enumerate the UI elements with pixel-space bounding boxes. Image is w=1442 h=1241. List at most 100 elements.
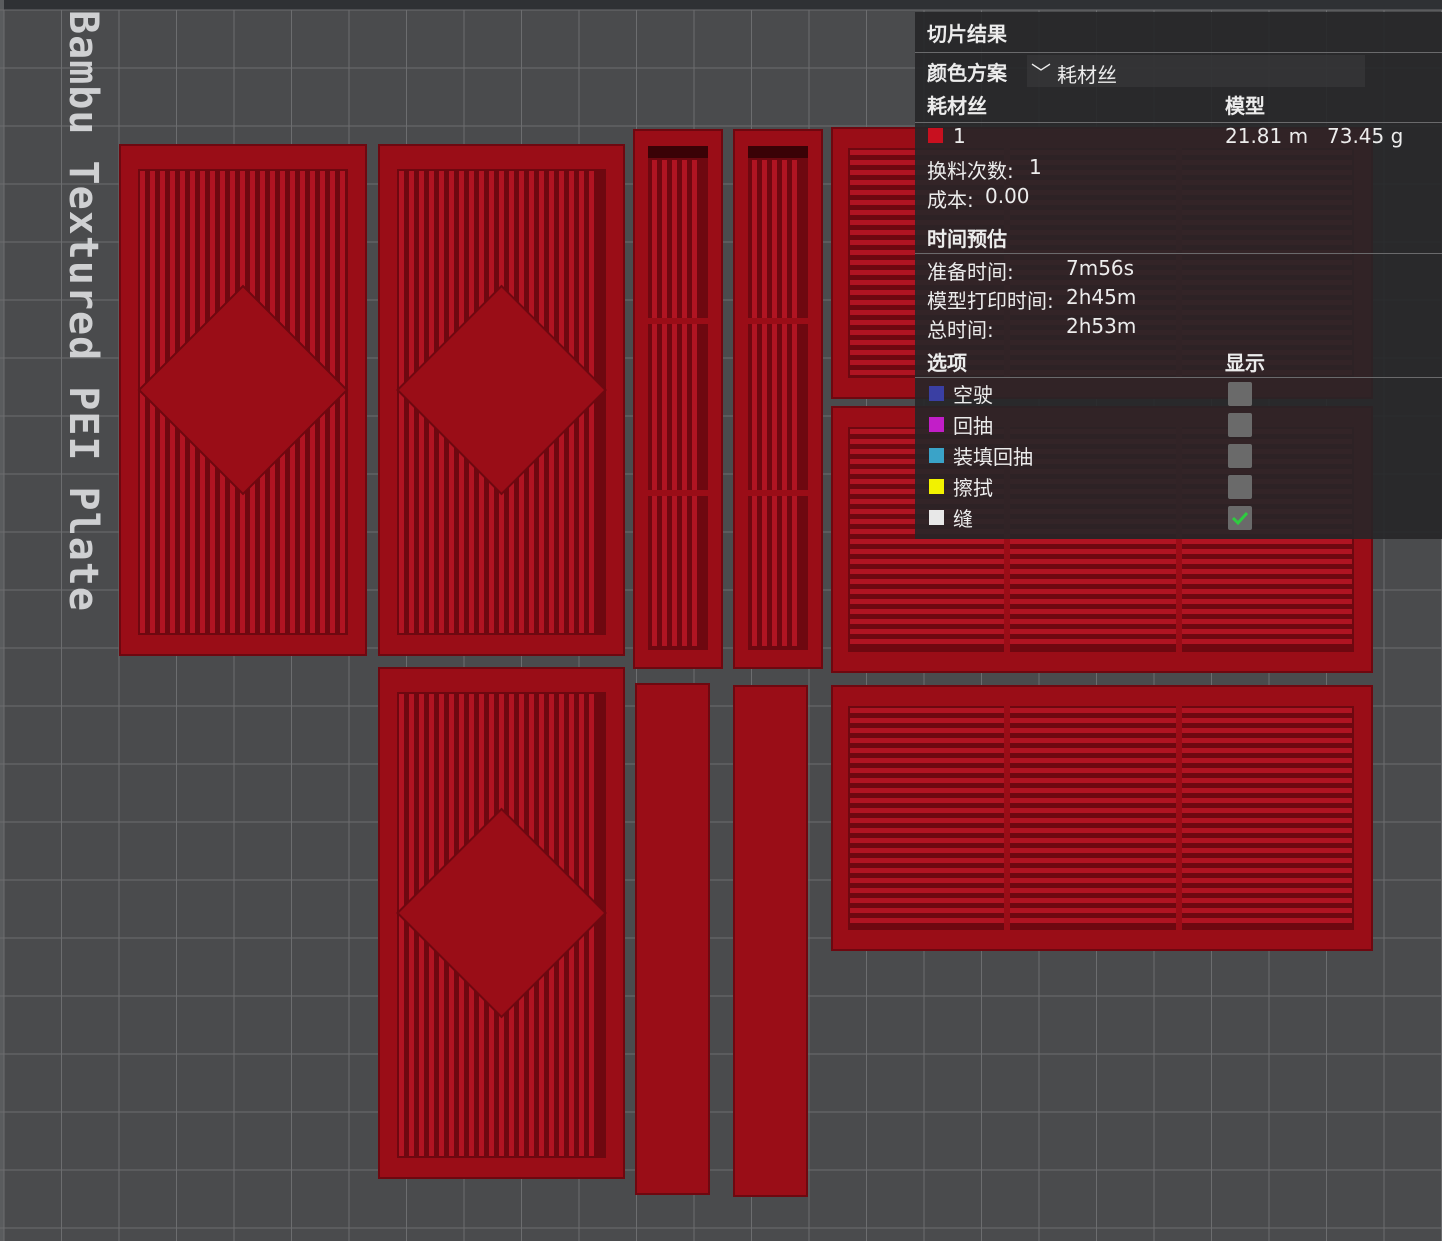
option-label: 擦拭 [953, 476, 993, 500]
slat [399, 694, 404, 1156]
slat [762, 160, 767, 646]
slat [850, 918, 1352, 923]
slat [850, 858, 1352, 863]
plate-label-text: Bambu Textured PEI Plate [60, 10, 106, 612]
chevron-down-icon: ﹀ [1031, 61, 1051, 85]
slat [850, 738, 1352, 743]
slat [850, 898, 1352, 903]
option-label: 装填回抽 [953, 445, 1033, 469]
frame-top-bar [648, 146, 708, 158]
slat [850, 798, 1352, 803]
frame-top-bar [748, 146, 808, 158]
cost-value: 0.00 [985, 184, 1030, 208]
retract-color-swatch [929, 417, 944, 432]
crossbar [748, 490, 808, 496]
slat [850, 629, 1352, 634]
options-header-row: 选项 显示 [915, 347, 1442, 377]
crossbar [648, 318, 708, 324]
slat [850, 639, 1352, 644]
panel-title: 切片结果 [927, 22, 1007, 46]
print-time-label: 模型打印时间: [927, 289, 1054, 313]
model-header: 模型 [1225, 94, 1265, 118]
slat [850, 589, 1352, 594]
slat [652, 160, 657, 646]
color-scheme-dropdown[interactable]: ﹀ 耗材丝 [1027, 55, 1365, 87]
part-solid-bar [635, 683, 710, 1195]
slat [850, 619, 1352, 624]
total-time-row: 总时间: 2h53m [915, 314, 1442, 344]
slat [140, 171, 145, 633]
deretract-color-swatch [929, 448, 944, 463]
option-row-wipe: 擦拭 [915, 472, 1442, 502]
seam-color-swatch [929, 510, 944, 525]
prepare-time-value: 7m56s [1066, 256, 1135, 280]
slat [850, 569, 1352, 574]
slat [692, 160, 697, 646]
slat [782, 160, 787, 646]
slat [399, 171, 404, 633]
slat [850, 559, 1352, 564]
part-solid-bar [733, 685, 808, 1197]
slat [850, 788, 1352, 793]
slat [772, 160, 777, 646]
slat [850, 888, 1352, 893]
top-strip [0, 0, 1442, 10]
filament-id: 1 [953, 124, 966, 148]
slat [850, 878, 1352, 883]
option-label: 缝 [953, 507, 973, 531]
slat [662, 160, 667, 646]
time-header: 时间预估 [927, 227, 1007, 251]
filament-color-swatch [928, 128, 943, 143]
slat [850, 908, 1352, 913]
crossbar [748, 318, 808, 324]
panel-title-row: 切片结果 [915, 18, 1442, 48]
divider [915, 377, 1442, 378]
slat [850, 539, 1352, 544]
slat [850, 748, 1352, 753]
slat [850, 818, 1352, 823]
color-scheme-value: 耗材丝 [1057, 63, 1117, 87]
slat [850, 708, 1352, 713]
show-wipe-checkbox[interactable] [1228, 475, 1252, 499]
plate-label: Bambu Textured PEI Plate [60, 10, 108, 690]
prepare-time-label: 准备时间: [927, 260, 1014, 284]
filament-row: 1 21.81 m 73.45 g [915, 124, 1442, 154]
slat [850, 848, 1352, 853]
option-row-travel: 空驶 [915, 379, 1442, 409]
slat [682, 160, 687, 646]
filament-header: 耗材丝 [927, 94, 987, 118]
show-seam-checkbox[interactable] [1228, 506, 1252, 530]
show-retract-checkbox[interactable] [1228, 413, 1252, 437]
slat [850, 549, 1352, 554]
color-scheme-row: 颜色方案 ﹀ 耗材丝 [915, 55, 1442, 87]
option-label: 回抽 [953, 414, 993, 438]
filament-weight: 73.45 g [1327, 124, 1404, 148]
divider [915, 52, 1442, 53]
slat [752, 160, 757, 646]
options-header: 选项 [927, 351, 967, 375]
print-time-value: 2h45m [1066, 285, 1137, 309]
slat [850, 868, 1352, 873]
swaps-label: 换料次数: [927, 159, 1014, 183]
filament-header-row: 耗材丝 模型 [915, 90, 1442, 120]
slice-result-panel: 切片结果 颜色方案 ﹀ 耗材丝 耗材丝 模型 1 21.81 m 73.45 g… [915, 12, 1442, 539]
slat [850, 728, 1352, 733]
total-time-value: 2h53m [1066, 314, 1137, 338]
color-scheme-label: 颜色方案 [927, 61, 1007, 85]
show-deretract-checkbox[interactable] [1228, 444, 1252, 468]
divider [915, 122, 1442, 123]
option-row-retract: 回抽 [915, 410, 1442, 440]
slat [850, 609, 1352, 614]
prepare-time-row: 准备时间: 7m56s [915, 256, 1442, 286]
checkmark-icon [1231, 511, 1249, 526]
swaps-row: 换料次数: 1 [915, 155, 1442, 185]
divider [915, 253, 1442, 254]
crossbar [1176, 706, 1182, 930]
slat [850, 838, 1352, 843]
time-header-row: 时间预估 [915, 223, 1442, 253]
slat [850, 778, 1352, 783]
show-travel-checkbox[interactable] [1228, 382, 1252, 406]
crossbar [1004, 706, 1010, 930]
display-header: 显示 [1225, 351, 1265, 375]
option-row-deretract: 装填回抽 [915, 441, 1442, 471]
